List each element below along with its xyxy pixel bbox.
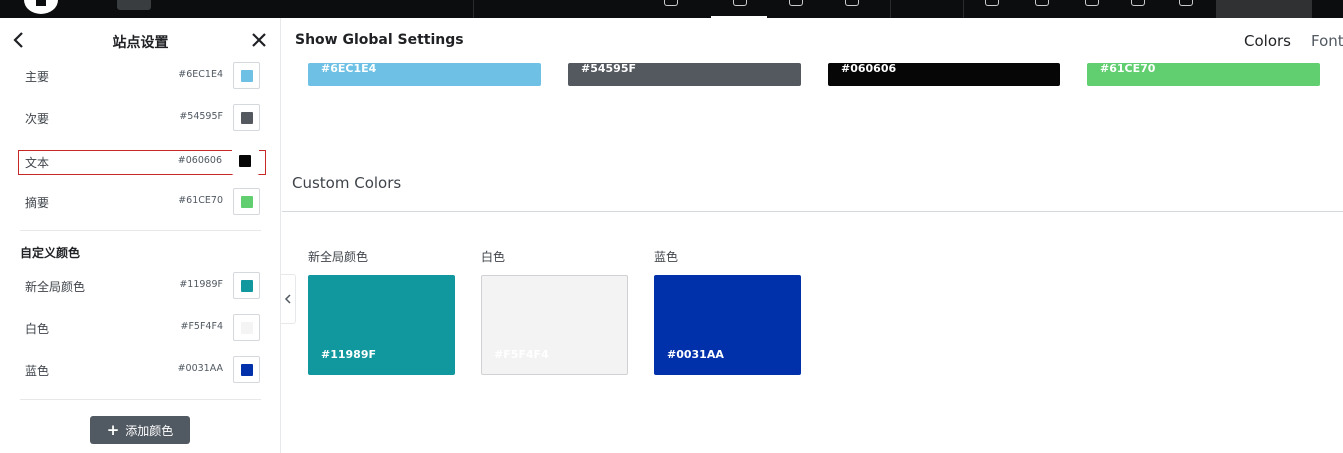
toolbar-layers-icon[interactable]	[789, 0, 803, 6]
system-color-swatch[interactable]: #54595F	[568, 62, 801, 86]
plus-icon: +	[106, 420, 120, 439]
color-swatch	[241, 70, 253, 82]
color-picker-button[interactable]	[233, 314, 260, 341]
swatch-hex: #11989F	[321, 348, 376, 361]
section-divider	[282, 211, 1343, 212]
color-label: 次要	[25, 112, 50, 126]
color-hex: #6EC1E4	[178, 69, 223, 80]
color-row-text[interactable]: 文本 #060606	[18, 148, 266, 175]
toolbar-tool-icon[interactable]	[1035, 0, 1049, 6]
swatch-hex: #54595F	[581, 62, 636, 75]
section-divider	[20, 399, 261, 400]
system-color-swatch[interactable]: #6EC1E4	[308, 62, 541, 86]
tab-colors[interactable]: Colors	[1244, 32, 1291, 50]
custom-swatch-label: 蓝色	[654, 250, 679, 264]
tab-fonts[interactable]: Font	[1311, 32, 1343, 50]
color-picker-button[interactable]	[233, 62, 260, 89]
close-icon[interactable]	[250, 30, 270, 52]
color-picker-button[interactable]	[232, 148, 259, 175]
top-toolbar	[0, 0, 1343, 18]
add-color-label: 添加颜色	[125, 423, 174, 438]
swatch-hex: #060606	[841, 62, 897, 75]
swatch-hex: #6EC1E4	[321, 62, 377, 75]
swatch-hex: #F5F4F4	[494, 348, 549, 361]
swatch-hex: #61CE70	[1100, 62, 1156, 75]
color-row-secondary[interactable]: 次要 #54595F	[20, 102, 265, 134]
toolbar-structure-icon[interactable]	[733, 0, 747, 6]
panel-title: 站点设置	[112, 35, 169, 51]
color-swatch	[241, 196, 253, 208]
color-swatch	[241, 280, 253, 292]
color-row-custom[interactable]: 蓝色 #0031AA	[20, 354, 265, 386]
color-label: 新全局颜色	[25, 280, 86, 294]
publish-button[interactable]	[1216, 0, 1312, 18]
custom-color-swatch[interactable]: #0031AA	[654, 275, 801, 375]
toolbar-divider	[890, 0, 891, 18]
swatch-hex: #0031AA	[667, 348, 724, 361]
app-logo-icon[interactable]	[24, 0, 58, 14]
toolbar-divider	[963, 0, 964, 18]
color-picker-button[interactable]	[233, 188, 260, 215]
toolbar-mobile-icon[interactable]	[845, 0, 859, 6]
panel-header: 站点设置	[0, 18, 281, 64]
color-hex: #060606	[177, 155, 222, 166]
toolbar-pill-button[interactable]	[117, 0, 151, 10]
color-row-custom[interactable]: 白色 #F5F4F4	[20, 312, 265, 344]
color-swatch	[239, 155, 251, 167]
color-hex: #61CE70	[178, 195, 223, 206]
custom-swatch-label: 新全局颜色	[308, 250, 369, 264]
custom-colors-title: Custom Colors	[292, 174, 402, 192]
system-color-swatch[interactable]: #61CE70	[1087, 62, 1320, 86]
site-settings-panel: 站点设置 主要 #6EC1E4 次要 #54595F 文本 #060606 摘要…	[0, 18, 281, 453]
color-hex: #0031AA	[177, 363, 223, 374]
color-swatch	[241, 112, 253, 124]
toolbar-divider	[473, 0, 474, 18]
color-label: 摘要	[25, 196, 50, 210]
chevron-left-icon	[284, 294, 291, 304]
color-hex: #54595F	[179, 111, 223, 122]
page-title: Show Global Settings	[295, 32, 464, 48]
section-divider	[20, 230, 261, 231]
custom-colors-heading: 自定义颜色	[20, 246, 81, 260]
color-label: 白色	[25, 322, 50, 336]
toolbar-tool-icon[interactable]	[985, 0, 999, 6]
add-color-button[interactable]: + 添加颜色	[90, 416, 190, 444]
color-label: 蓝色	[25, 364, 50, 378]
color-swatch	[241, 322, 253, 334]
color-label: 主要	[25, 70, 50, 84]
custom-swatch-label: 白色	[481, 250, 506, 264]
color-picker-button[interactable]	[233, 104, 260, 131]
color-label: 文本	[25, 156, 50, 170]
color-hex: #11989F	[179, 279, 223, 290]
toolbar-history-icon[interactable]	[1131, 0, 1145, 6]
color-row-primary[interactable]: 主要 #6EC1E4	[20, 60, 265, 92]
content-header: Show Global Settings Colors Font	[282, 18, 1343, 63]
color-swatch	[241, 364, 253, 376]
color-row-custom[interactable]: 新全局颜色 #11989F	[20, 270, 265, 302]
color-picker-button[interactable]	[233, 272, 260, 299]
custom-color-swatch[interactable]: #F5F4F4	[481, 275, 628, 375]
toolbar-preview-icon[interactable]	[1179, 0, 1193, 6]
color-hex: #F5F4F4	[180, 321, 224, 332]
toolbar-help-icon[interactable]	[664, 0, 678, 6]
color-picker-button[interactable]	[233, 356, 260, 383]
custom-color-swatch[interactable]: #11989F	[308, 275, 455, 375]
color-row-accent[interactable]: 摘要 #61CE70	[20, 186, 265, 218]
system-color-swatch[interactable]: #060606	[828, 62, 1060, 86]
toolbar-search-icon[interactable]	[1085, 0, 1099, 6]
collapse-panel-button[interactable]	[281, 274, 296, 324]
